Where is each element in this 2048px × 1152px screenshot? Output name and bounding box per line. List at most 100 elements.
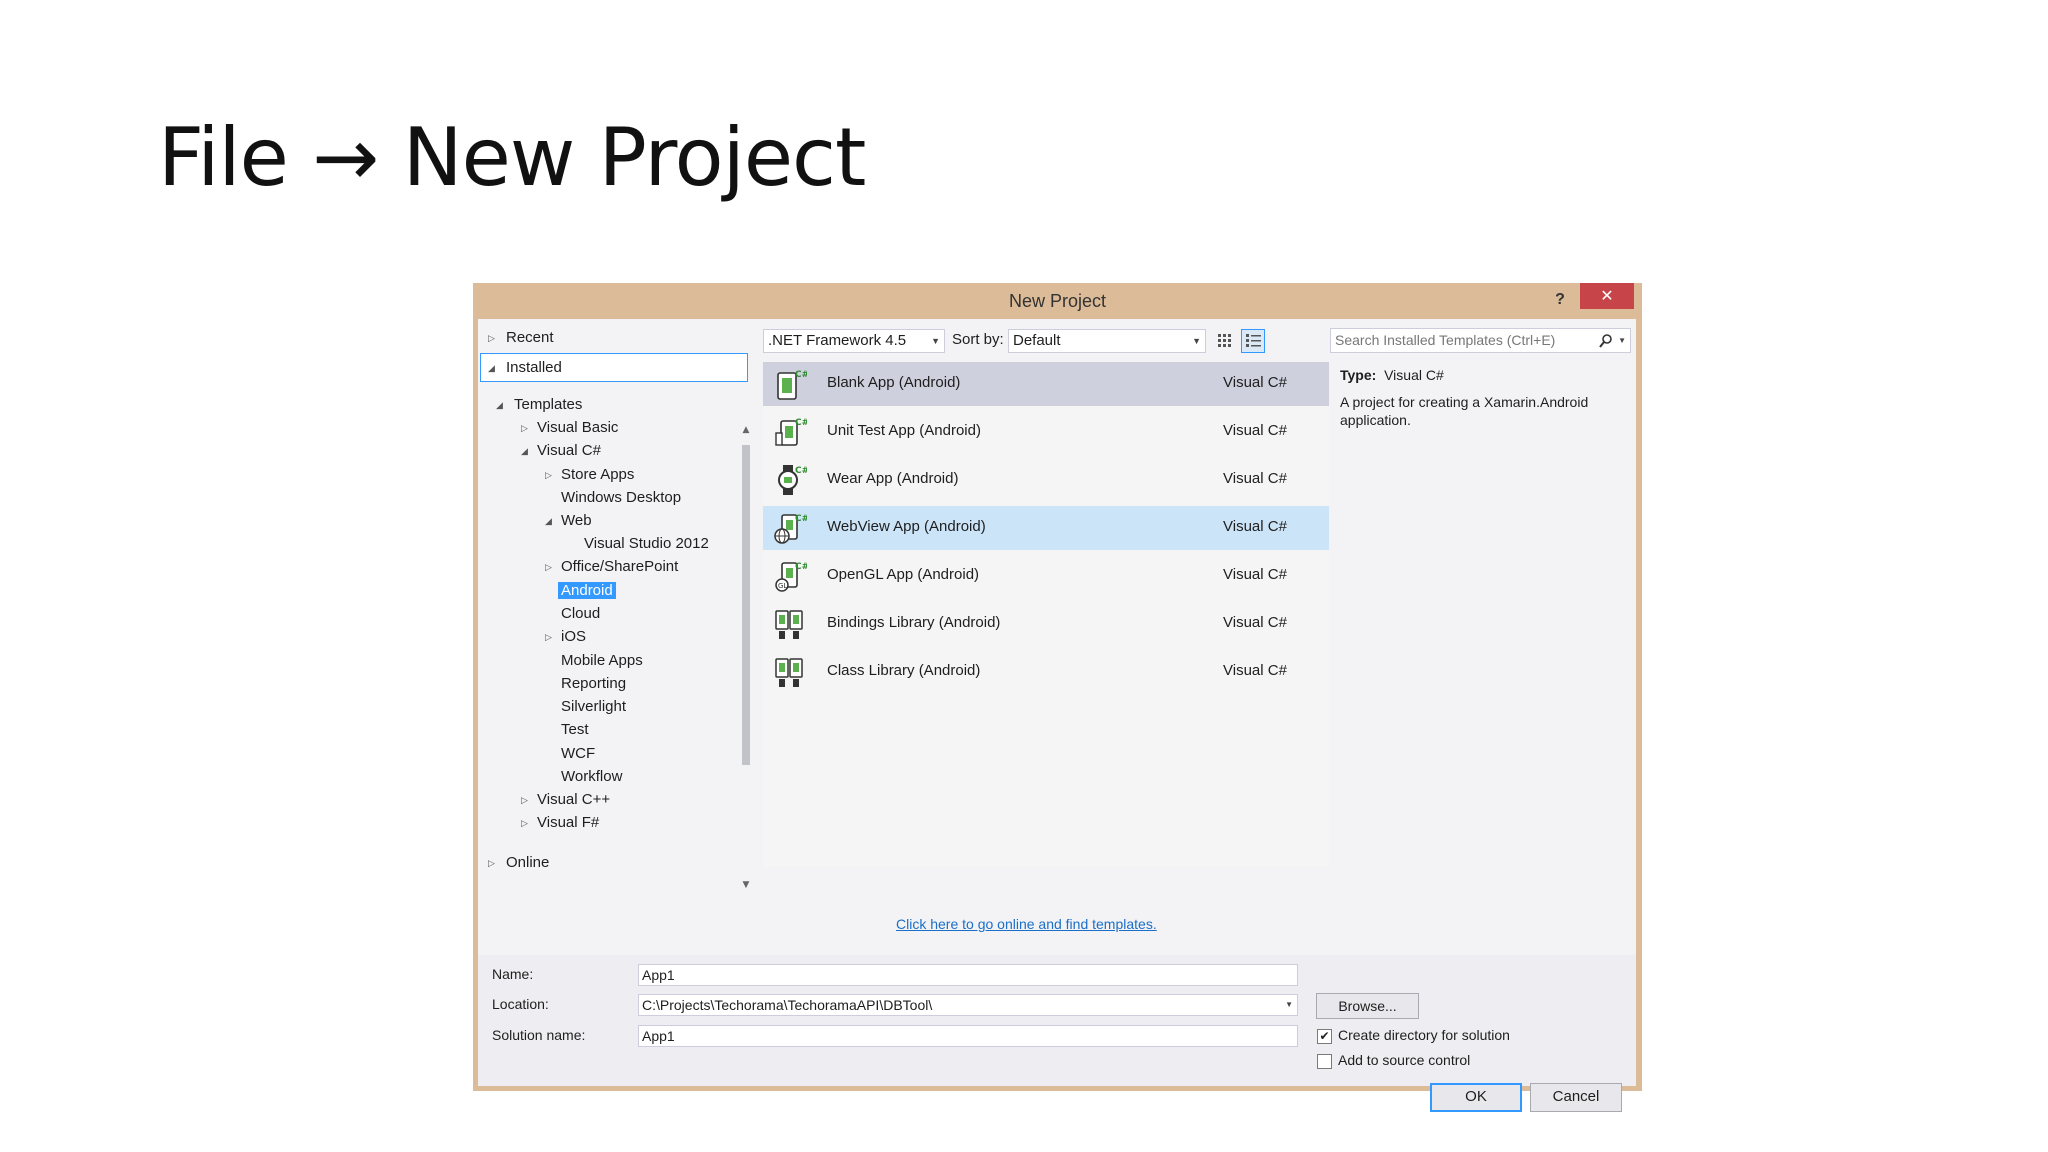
source-control-label: Add to source control [1338,1052,1471,1068]
tree-item-visual-fsharp[interactable]: ▷ Visual F# [521,812,599,834]
scroll-down-icon[interactable]: ▼ [740,880,752,890]
dialog-title: New Project [1008,291,1107,311]
template-name: Class Library (Android) [827,662,981,679]
ok-button[interactable]: OK [1430,1083,1522,1112]
tree-item-silverlight[interactable]: Silverlight [561,696,626,718]
create-directory-checkbox[interactable]: ✔ [1317,1029,1332,1044]
tree-item-reporting[interactable]: Reporting [561,673,626,695]
tree-item-visual-studio-2012[interactable]: Visual Studio 2012 [584,533,709,555]
expanded-triangle-icon: ◢ [496,400,503,410]
tree-item-recent[interactable]: ▷ Recent [488,327,554,349]
create-directory-label: Create directory for solution [1338,1027,1510,1043]
tree-item-visual-csharp[interactable]: ◢ Visual C# [521,440,601,462]
tree-item-web[interactable]: ◢ Web [545,510,592,532]
template-row-class-library[interactable]: Class Library (Android) Visual C# [763,650,1329,694]
template-language: Visual C# [1223,518,1287,535]
help-button[interactable]: ? [1548,288,1572,312]
tree-item-wcf[interactable]: WCF [561,743,595,765]
tree-label: Windows Desktop [561,489,682,506]
chevron-right-icon: ▷ [521,795,528,805]
tree-label: Visual C# [537,442,601,459]
framework-dropdown[interactable]: .NET Framework 4.5 ▼ [763,329,945,353]
tree-item-android[interactable]: Android [558,580,616,602]
bindings-library-icon [775,610,803,639]
tree-label: Visual F# [537,814,600,831]
tree-item-visual-basic[interactable]: ▷ Visual Basic [521,417,618,439]
template-language: Visual C# [1223,662,1287,679]
grid-icon [1218,334,1231,347]
scrollbar-thumb[interactable] [742,445,750,765]
template-row-wear-app[interactable]: C# Wear App (Android) Visual C# [763,458,1329,502]
source-control-checkbox[interactable] [1317,1054,1332,1069]
template-row-opengl-app[interactable]: GL C# OpenGL App (Android) Visual C# [763,554,1329,598]
tree-item-installed[interactable]: ◢ Installed [488,357,562,379]
close-button[interactable]: ✕ [1580,283,1634,309]
list-icon [1246,334,1261,347]
svg-text:GL: GL [778,582,787,590]
location-label: Location: [492,996,549,1012]
template-details: Type: Visual C# A project for creating a… [1340,367,1630,429]
template-name: WebView App (Android) [827,518,986,535]
template-name: OpenGL App (Android) [827,566,980,583]
tree-item-test[interactable]: Test [561,719,589,741]
tree-item-workflow[interactable]: Workflow [561,766,622,788]
details-view-button[interactable] [1241,329,1265,353]
name-input[interactable]: App1 [638,964,1298,986]
solution-name-value: App1 [642,1028,675,1044]
chevron-down-icon: ▼ [1192,336,1201,346]
sort-dropdown[interactable]: Default ▼ [1008,329,1206,353]
template-language: Visual C# [1223,470,1287,487]
tree-label: Visual Studio 2012 [584,535,709,552]
tree-label: Visual C++ [537,791,611,808]
tree-item-mobile-apps[interactable]: Mobile Apps [561,650,643,672]
solution-name-label: Solution name: [492,1027,586,1043]
tree-item-office-sharepoint[interactable]: ▷ Office/SharePoint [545,556,678,578]
tree-label: Workflow [561,768,623,785]
tree-item-online[interactable]: ▷ Online [488,852,549,874]
svg-text:C#: C# [795,514,807,524]
tree-item-templates[interactable]: ◢ Templates [496,394,582,416]
cancel-button[interactable]: Cancel [1530,1083,1622,1112]
dialog-client: ▷ Recent ◢ Installed ◢ Templates ▷ Visua… [478,319,1636,1112]
search-templates-input[interactable]: Search Installed Templates (Ctrl+E) ▼ [1330,328,1631,353]
scroll-up-icon[interactable]: ▲ [740,425,752,435]
svg-text:C#: C# [795,562,807,572]
solution-name-input[interactable]: App1 [638,1025,1298,1047]
template-language: Visual C# [1223,374,1287,391]
chevron-down-icon: ▼ [931,336,940,346]
svg-text:C#: C# [795,418,807,428]
sort-by-label: Sort by: [952,331,1004,348]
template-row-unit-test-app[interactable]: C# Unit Test App (Android) Visual C# [763,410,1329,454]
template-row-blank-app[interactable]: C# Blank App (Android) Visual C# [763,362,1329,406]
new-project-dialog: New Project ? ✕ ▷ Recent ◢ Installed ◢ T… [473,283,1642,1112]
tree-item-cloud[interactable]: Cloud [561,603,600,625]
search-placeholder: Search Installed Templates (Ctrl+E) [1335,332,1556,348]
webview-app-icon: C# [774,514,807,544]
class-library-icon [775,658,803,687]
template-name: Blank App (Android) [827,374,961,391]
chevron-right-icon: ▷ [488,333,495,343]
chevron-right-icon: ▷ [521,423,528,433]
project-settings-form: Name: App1 Location: C:\Projects\Techora… [478,955,1636,1086]
template-name: Bindings Library (Android) [827,614,1001,631]
template-row-webview-app[interactable]: C# WebView App (Android) Visual C# [763,506,1329,550]
tree-label-selected: Android [558,582,616,599]
template-list: C# Blank App (Android) Visual C# C# Unit… [763,362,1329,867]
tree-label: Reporting [561,675,627,692]
browse-button[interactable]: Browse... [1316,993,1419,1019]
tree-scrollbar[interactable]: ▲ ▼ [740,425,752,890]
dialog-titlebar: New Project ? ✕ [473,283,1642,319]
find-online-templates-link[interactable]: Click here to go online and find templat… [896,916,1157,932]
tree-item-ios[interactable]: ▷ iOS [545,626,586,648]
tree-item-store-apps[interactable]: ▷ Store Apps [545,464,634,486]
chevron-right-icon: ▷ [488,858,495,868]
location-combo[interactable]: C:\Projects\Techorama\TechoramaAPI\DBToo… [638,994,1298,1016]
sort-value: Default [1013,332,1061,349]
small-icons-view-button[interactable] [1213,329,1237,353]
tree-label: Office/SharePoint [561,558,679,575]
template-language: Visual C# [1223,422,1287,439]
tree-item-visual-cpp[interactable]: ▷ Visual C++ [521,789,610,811]
tree-item-windows-desktop[interactable]: Windows Desktop [561,487,681,509]
template-row-bindings-library[interactable]: Bindings Library (Android) Visual C# [763,602,1329,646]
android-app-icon: C# [777,370,807,400]
